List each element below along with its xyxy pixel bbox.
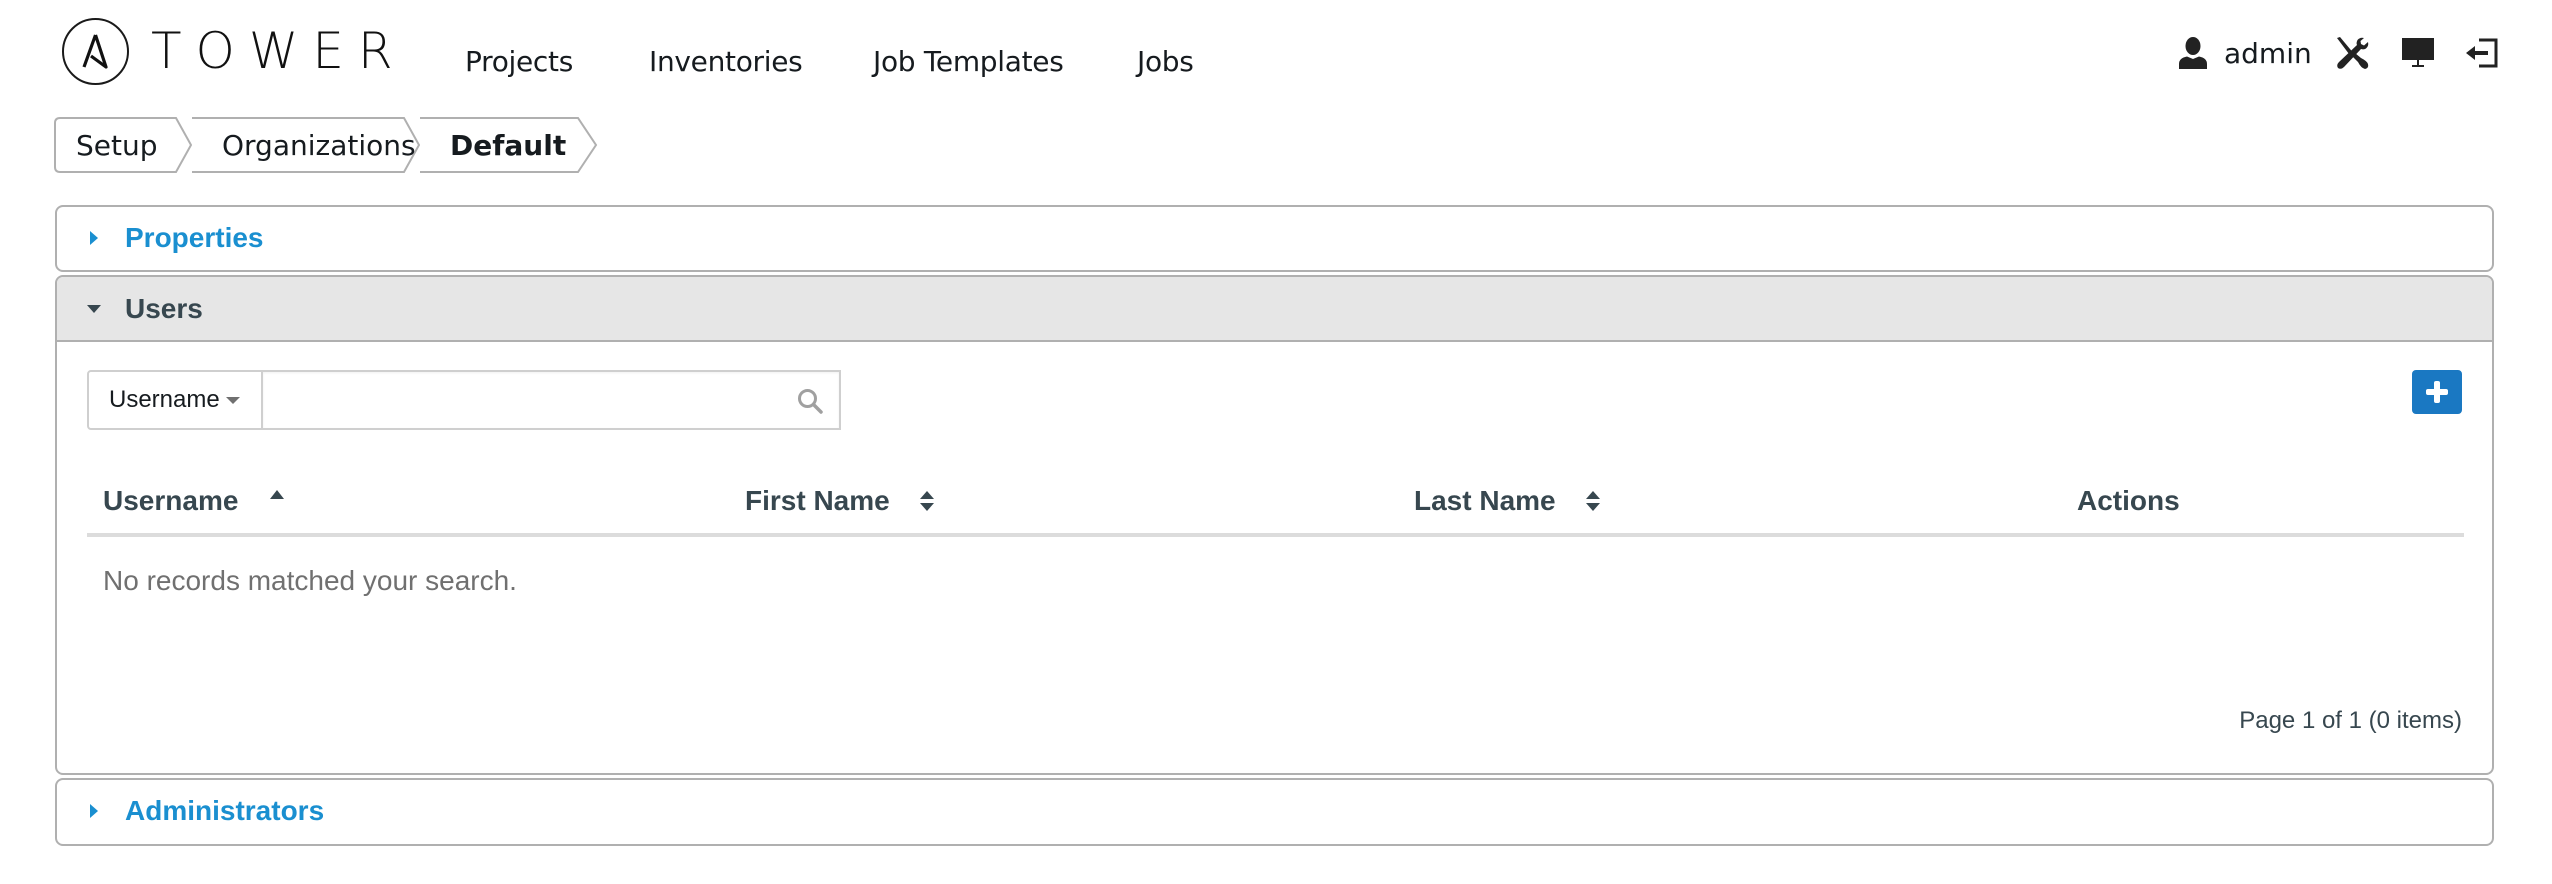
add-user-button[interactable]	[2412, 370, 2462, 414]
column-label: Last Name	[1414, 485, 1556, 516]
column-label: Username	[103, 485, 239, 516]
caret-right-icon	[87, 804, 101, 818]
administrators-panel: Administrators	[55, 778, 2494, 846]
plus-icon	[2426, 381, 2448, 403]
breadcrumb-default-label: Default	[450, 128, 567, 162]
tower-logo[interactable]: TOWER	[62, 17, 407, 85]
nav-projects[interactable]: Projects	[465, 44, 649, 80]
users-panel-header[interactable]: Users	[57, 277, 2492, 342]
sort-icon	[919, 490, 934, 512]
users-table: Username First Name Last Name Actions No…	[87, 457, 2464, 596]
breadcrumb-default[interactable]: Default	[420, 117, 604, 173]
tools-icon[interactable]	[2334, 36, 2370, 70]
nav-inventories[interactable]: Inventories	[649, 44, 873, 80]
user-icon[interactable]	[2178, 37, 2208, 69]
breadcrumb-organizations-label: Organizations	[222, 128, 416, 162]
breadcrumb-setup[interactable]: Setup	[54, 117, 193, 173]
administrators-panel-header[interactable]: Administrators	[57, 780, 2492, 842]
properties-title[interactable]: Properties	[125, 222, 264, 254]
user-search: Username	[87, 370, 841, 430]
search-icon[interactable]	[797, 388, 823, 419]
administrators-title[interactable]: Administrators	[125, 795, 324, 827]
breadcrumb-setup-label: Setup	[76, 128, 158, 162]
users-panel: Users Username Username First Name Last …	[55, 275, 2494, 775]
column-label: Actions	[2077, 485, 2180, 516]
column-header-first-name[interactable]: First Name	[745, 485, 934, 517]
main-nav: Projects Inventories Job Templates Jobs	[465, 44, 1194, 80]
nav-job-templates[interactable]: Job Templates	[873, 44, 1137, 80]
username-label[interactable]: admin	[2224, 37, 2312, 70]
sort-icon	[1585, 490, 1600, 512]
nav-jobs[interactable]: Jobs	[1137, 44, 1194, 80]
caret-down-icon	[87, 304, 101, 313]
monitor-icon[interactable]	[2401, 38, 2434, 68]
pagination-info: Page 1 of 1 (0 items)	[2239, 707, 2462, 734]
ansible-logo-icon	[62, 17, 129, 85]
logout-icon[interactable]	[2465, 38, 2498, 68]
search-input-wrapper	[261, 370, 841, 430]
users-title: Users	[125, 292, 203, 324]
properties-panel-header[interactable]: Properties	[57, 207, 2492, 269]
column-label: First Name	[745, 485, 890, 516]
column-header-actions: Actions	[2077, 485, 2180, 517]
breadcrumb-organizations[interactable]: Organizations	[192, 117, 421, 173]
column-header-username[interactable]: Username	[103, 485, 285, 517]
chevron-down-icon	[225, 396, 240, 404]
sort-ascending-icon	[270, 489, 285, 499]
logo-text: TOWER	[151, 22, 407, 80]
breadcrumb: Setup Organizations Default	[54, 117, 604, 173]
empty-table-message: No records matched your search.	[103, 565, 517, 596]
properties-panel: Properties	[55, 205, 2494, 272]
user-menu: admin	[2178, 34, 2498, 72]
search-field-dropdown[interactable]: Username	[87, 370, 263, 430]
search-field-label: Username	[109, 386, 220, 413]
search-input[interactable]	[263, 372, 839, 428]
table-header: Username First Name Last Name Actions	[87, 457, 2464, 537]
caret-right-icon	[87, 231, 101, 245]
column-header-last-name[interactable]: Last Name	[1414, 485, 1600, 517]
